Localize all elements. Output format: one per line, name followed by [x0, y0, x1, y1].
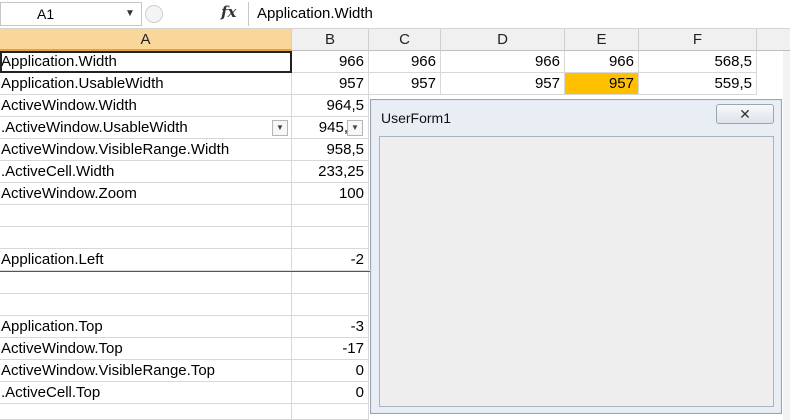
column-header-d[interactable]: D: [441, 29, 565, 51]
cell-a6[interactable]: .ActiveCell.Width: [0, 161, 292, 183]
name-box-dropdown-icon[interactable]: ▼: [125, 8, 135, 19]
cell-b15[interactable]: 0: [292, 360, 369, 382]
cell-a2[interactable]: Application.UsableWidth: [0, 73, 292, 95]
close-button[interactable]: ✕: [716, 104, 774, 124]
table-row: Application.Width 966 966 966 966 568,5: [0, 51, 790, 73]
cell-a14[interactable]: ActiveWindow.Top: [0, 338, 292, 360]
userform-window[interactable]: UserForm1 ✕: [370, 99, 782, 414]
cell-b3[interactable]: 964,5: [292, 95, 369, 117]
column-header-f[interactable]: F: [639, 29, 757, 51]
cell-b9[interactable]: [292, 227, 369, 249]
cell-a5[interactable]: ActiveWindow.VisibleRange.Width: [0, 139, 292, 161]
cell-b14[interactable]: -17: [292, 338, 369, 360]
cell-e1[interactable]: 966: [565, 51, 639, 73]
cell-f2[interactable]: 559,5: [639, 73, 757, 95]
formula-bar-knob-icon[interactable]: [145, 5, 163, 23]
close-icon: ✕: [739, 106, 751, 122]
cell-b6[interactable]: 233,25: [292, 161, 369, 183]
cell-b5[interactable]: 958,5: [292, 139, 369, 161]
cell-b1[interactable]: 966: [292, 51, 369, 73]
userform-title: UserForm1: [381, 110, 452, 126]
userform-client-area[interactable]: [379, 136, 774, 407]
cell-a12[interactable]: [0, 294, 292, 316]
cell-d1[interactable]: 966: [441, 51, 565, 73]
cell-b12[interactable]: [292, 294, 369, 316]
cell-b2[interactable]: 957: [292, 73, 369, 95]
cell-a3[interactable]: ActiveWindow.Width: [0, 95, 292, 117]
cell-a15[interactable]: ActiveWindow.VisibleRange.Top: [0, 360, 292, 382]
cell-b17[interactable]: [292, 404, 369, 420]
cell-a9[interactable]: [0, 227, 292, 249]
name-box-value: A1: [37, 6, 55, 22]
cell-b8[interactable]: [292, 205, 369, 227]
cell-d2[interactable]: 957: [441, 73, 565, 95]
column-header-c[interactable]: C: [369, 29, 441, 51]
column-header-a[interactable]: A: [0, 29, 292, 51]
cell-b13[interactable]: -3: [292, 316, 369, 338]
cell-c1[interactable]: 966: [369, 51, 441, 73]
column-header-overflow: [757, 29, 790, 51]
cell-a1[interactable]: Application.Width: [0, 51, 292, 73]
cell-b7[interactable]: 100: [292, 183, 369, 205]
cell-c2[interactable]: 957: [369, 73, 441, 95]
cell-dropdown-icon[interactable]: ▼: [347, 120, 363, 136]
table-row: Application.UsableWidth 957 957 957 957 …: [0, 73, 790, 95]
cell-a11[interactable]: [0, 272, 292, 294]
cell-b16[interactable]: 0: [292, 382, 369, 404]
cell-b10[interactable]: -2: [292, 249, 369, 271]
cell-b11[interactable]: [292, 272, 369, 294]
grid-right-edge: [783, 51, 790, 420]
cell-a10[interactable]: Application.Left: [0, 249, 292, 271]
column-header-b[interactable]: B: [292, 29, 369, 51]
insert-function-icon[interactable]: fx: [221, 3, 236, 21]
column-header-e[interactable]: E: [565, 29, 639, 51]
formula-bar: A1 ▼ fx Application.Width: [0, 0, 790, 29]
cell-f1[interactable]: 568,5: [639, 51, 757, 73]
cell-a7[interactable]: ActiveWindow.Zoom: [0, 183, 292, 205]
cell-a16[interactable]: .ActiveCell.Top: [0, 382, 292, 404]
formula-text: Application.Width: [257, 5, 373, 22]
cell-a4[interactable]: .ActiveWindow.UsableWidth: [0, 117, 292, 139]
cell-e2[interactable]: 957: [565, 73, 639, 95]
formula-input[interactable]: Application.Width: [248, 2, 788, 26]
cell-a8[interactable]: [0, 205, 292, 227]
cell-dropdown-icon[interactable]: ▼: [272, 120, 288, 136]
cell-a13[interactable]: Application.Top: [0, 316, 292, 338]
cell-a17[interactable]: [0, 404, 292, 420]
name-box[interactable]: A1 ▼: [0, 2, 142, 26]
